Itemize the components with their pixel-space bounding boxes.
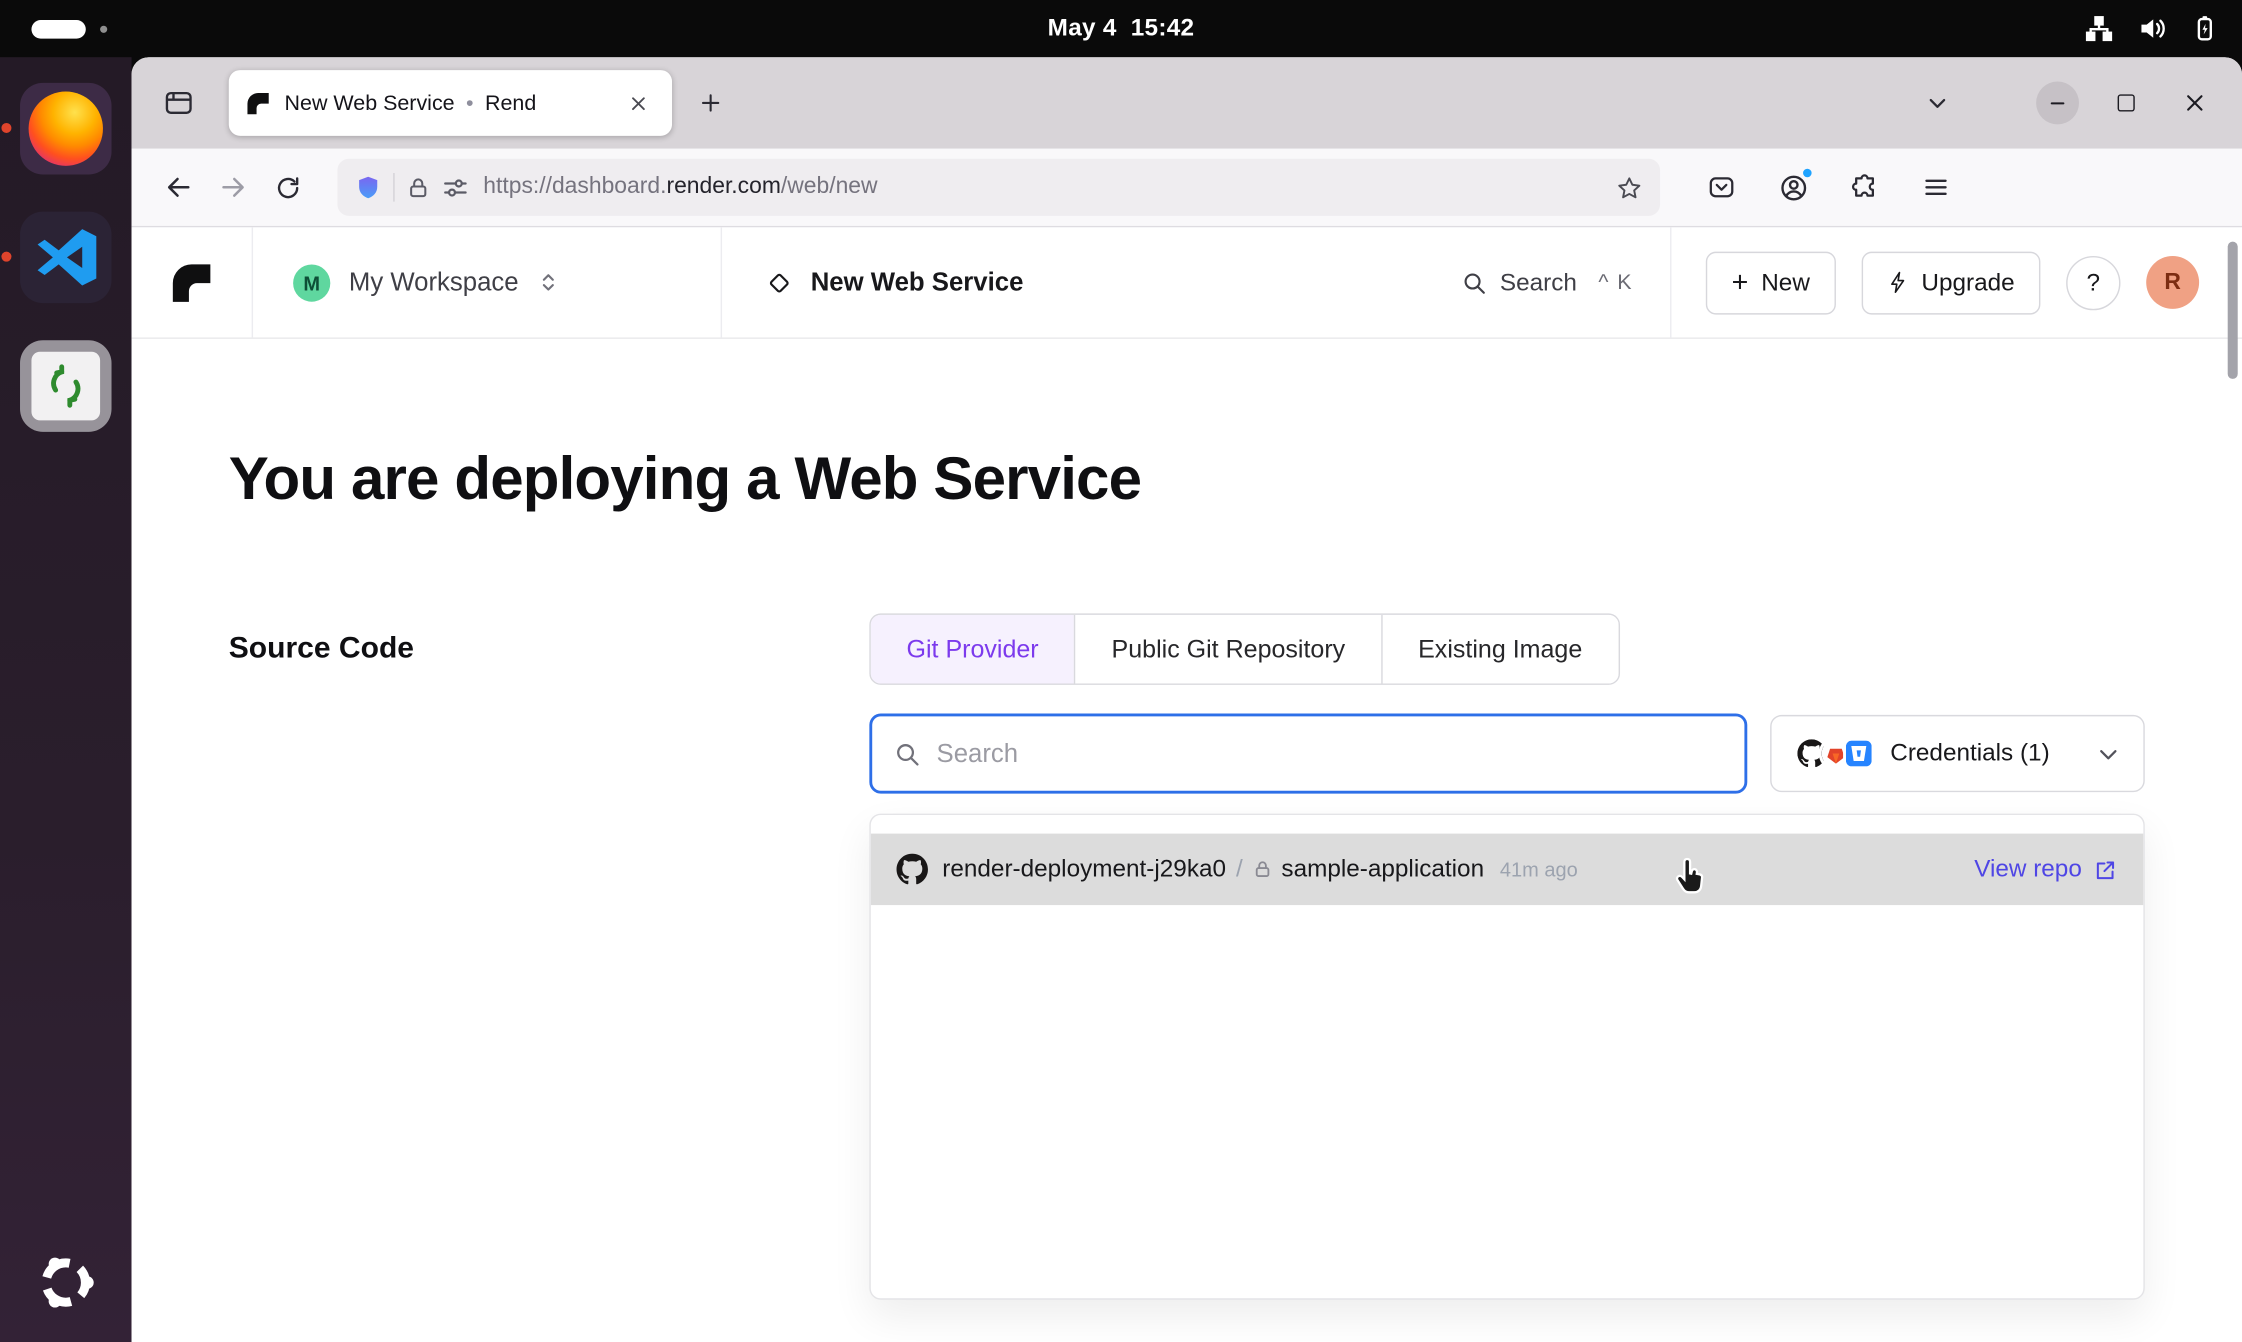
tracking-shield-icon[interactable] xyxy=(355,174,382,201)
credential-provider-icons xyxy=(1794,736,1874,770)
back-icon[interactable] xyxy=(152,160,206,214)
dashboard-header: M My Workspace New Web Service Search ^ … xyxy=(132,227,2242,339)
tab-public-git-repository[interactable]: Public Git Repository xyxy=(1074,615,1381,684)
url-bar[interactable]: https://dashboard.render.com/web/new xyxy=(337,159,1660,216)
lock-icon[interactable] xyxy=(406,175,430,199)
url-text[interactable]: https://dashboard.render.com/web/new xyxy=(483,174,1615,200)
active-tab[interactable]: New Web Service • Rend xyxy=(229,70,672,136)
network-icon[interactable] xyxy=(2085,14,2114,43)
browser-navbar: https://dashboard.render.com/web/new xyxy=(132,149,2242,228)
firefox-logo xyxy=(29,92,103,166)
search-shortcut: ^ K xyxy=(1598,270,1633,294)
bitbucket-icon xyxy=(1843,738,1874,769)
unfold-chevrons-icon xyxy=(537,269,558,296)
repo-search-row: Credentials (1) xyxy=(869,713,2144,793)
repo-row[interactable]: render-deployment-j29ka0 / sample-applic… xyxy=(871,834,2144,905)
source-code-section: Source Code Git Provider Public Git Repo… xyxy=(229,613,2145,1299)
workspace-selector[interactable]: M My Workspace xyxy=(253,227,721,337)
render-favicon xyxy=(246,91,270,115)
global-search-button[interactable]: Search ^ K xyxy=(1461,268,1633,297)
system-clock[interactable]: May 4 15:42 xyxy=(0,0,2242,57)
list-all-tabs-icon[interactable] xyxy=(1913,79,1962,128)
private-repo-lock-icon xyxy=(1253,859,1273,879)
bolt-icon xyxy=(1887,270,1908,294)
plus-icon: + xyxy=(1732,268,1749,297)
firefox-dock-icon[interactable] xyxy=(20,83,112,175)
urlbar-separator xyxy=(393,173,394,202)
chevron-down-icon xyxy=(2096,741,2120,765)
workspace-avatar: M xyxy=(293,264,330,301)
repo-name: sample-application xyxy=(1281,855,1484,884)
github-icon xyxy=(897,854,928,885)
user-avatar[interactable]: R xyxy=(2146,256,2199,309)
source-code-label: Source Code xyxy=(229,613,870,1299)
extensions-icon[interactable] xyxy=(1837,160,1891,214)
credentials-dropdown[interactable]: Credentials (1) xyxy=(1770,715,2145,792)
trash-logo xyxy=(31,352,100,421)
search-icon xyxy=(1461,270,1487,296)
repo-search-box[interactable] xyxy=(869,713,1747,793)
external-link-icon xyxy=(2093,857,2117,881)
tab-close-icon[interactable] xyxy=(621,86,655,120)
permissions-icon[interactable] xyxy=(442,174,469,201)
browser-tab-strip: New Web Service • Rend xyxy=(132,57,2242,149)
screen: May 4 15:42 xyxy=(0,0,2242,1342)
view-repo-link[interactable]: View repo xyxy=(1974,855,2117,884)
render-logo[interactable] xyxy=(132,227,252,337)
deploy-heading: You are deploying a Web Service xyxy=(229,445,2145,514)
repo-separator: / xyxy=(1236,855,1243,884)
tabstrip-right-controls xyxy=(1913,79,2225,128)
new-tab-button[interactable] xyxy=(683,76,737,130)
account-notification-dot xyxy=(1802,167,1813,178)
main-area: You are deploying a Web Service Source C… xyxy=(132,445,2242,1300)
repo-age: 41m ago xyxy=(1500,858,1578,881)
volume-icon[interactable] xyxy=(2136,13,2167,44)
breadcrumb: New Web Service xyxy=(722,227,1461,337)
system-top-bar: May 4 15:42 xyxy=(0,0,2242,57)
account-icon[interactable] xyxy=(1766,160,1820,214)
ubuntu-launcher-icon[interactable] xyxy=(34,1251,97,1314)
search-icon xyxy=(894,740,921,767)
minimize-button[interactable] xyxy=(2036,82,2079,125)
system-tray[interactable] xyxy=(2085,0,2219,57)
dock xyxy=(0,57,132,1342)
reload-icon[interactable] xyxy=(260,160,314,214)
tab-existing-image[interactable]: Existing Image xyxy=(1381,615,1618,684)
tab-title: New Web Service • Rend xyxy=(285,91,612,115)
firefox-view-icon[interactable] xyxy=(149,76,209,130)
pocket-save-icon[interactable] xyxy=(1694,160,1748,214)
trash-dock-icon[interactable] xyxy=(20,340,112,432)
credentials-label: Credentials (1) xyxy=(1890,739,2049,768)
bookmark-star-icon[interactable] xyxy=(1616,174,1643,201)
source-code-controls: Git Provider Public Git Repository Exist… xyxy=(869,613,2144,1299)
vscode-logo xyxy=(33,224,99,290)
browser-window: New Web Service • Rend xyxy=(132,57,2242,1342)
scrollbar-thumb[interactable] xyxy=(2228,242,2238,379)
repo-search-input[interactable] xyxy=(937,739,1723,769)
ubuntu-logo xyxy=(34,1251,97,1314)
tab-git-provider[interactable]: Git Provider xyxy=(871,615,1075,684)
diamond-icon xyxy=(766,270,792,296)
vscode-running-dot xyxy=(1,252,11,262)
vscode-dock-icon[interactable] xyxy=(20,212,112,304)
search-label: Search xyxy=(1500,268,1577,297)
firefox-running-dot xyxy=(1,123,11,133)
close-window-button[interactable] xyxy=(2173,82,2216,125)
page-title: New Web Service xyxy=(811,267,1024,297)
new-button[interactable]: + New xyxy=(1706,251,1836,314)
header-actions: + New Upgrade ? R xyxy=(1672,251,2242,314)
page-content: M My Workspace New Web Service Search ^ … xyxy=(132,227,2242,1342)
repo-results-panel: render-deployment-j29ka0 / sample-applic… xyxy=(869,814,2144,1300)
menu-icon[interactable] xyxy=(1909,160,1963,214)
maximize-button[interactable] xyxy=(2105,82,2148,125)
battery-icon[interactable] xyxy=(2191,13,2220,44)
window-controls xyxy=(2036,82,2216,125)
repo-owner: render-deployment-j29ka0 xyxy=(942,855,1226,884)
source-type-tabs: Git Provider Public Git Repository Exist… xyxy=(869,613,1619,684)
upgrade-button[interactable]: Upgrade xyxy=(1861,251,2040,314)
workspace-name: My Workspace xyxy=(349,267,519,297)
forward-icon[interactable] xyxy=(206,160,260,214)
help-button[interactable]: ? xyxy=(2066,255,2120,309)
navbar-right-icons xyxy=(1694,160,1963,214)
